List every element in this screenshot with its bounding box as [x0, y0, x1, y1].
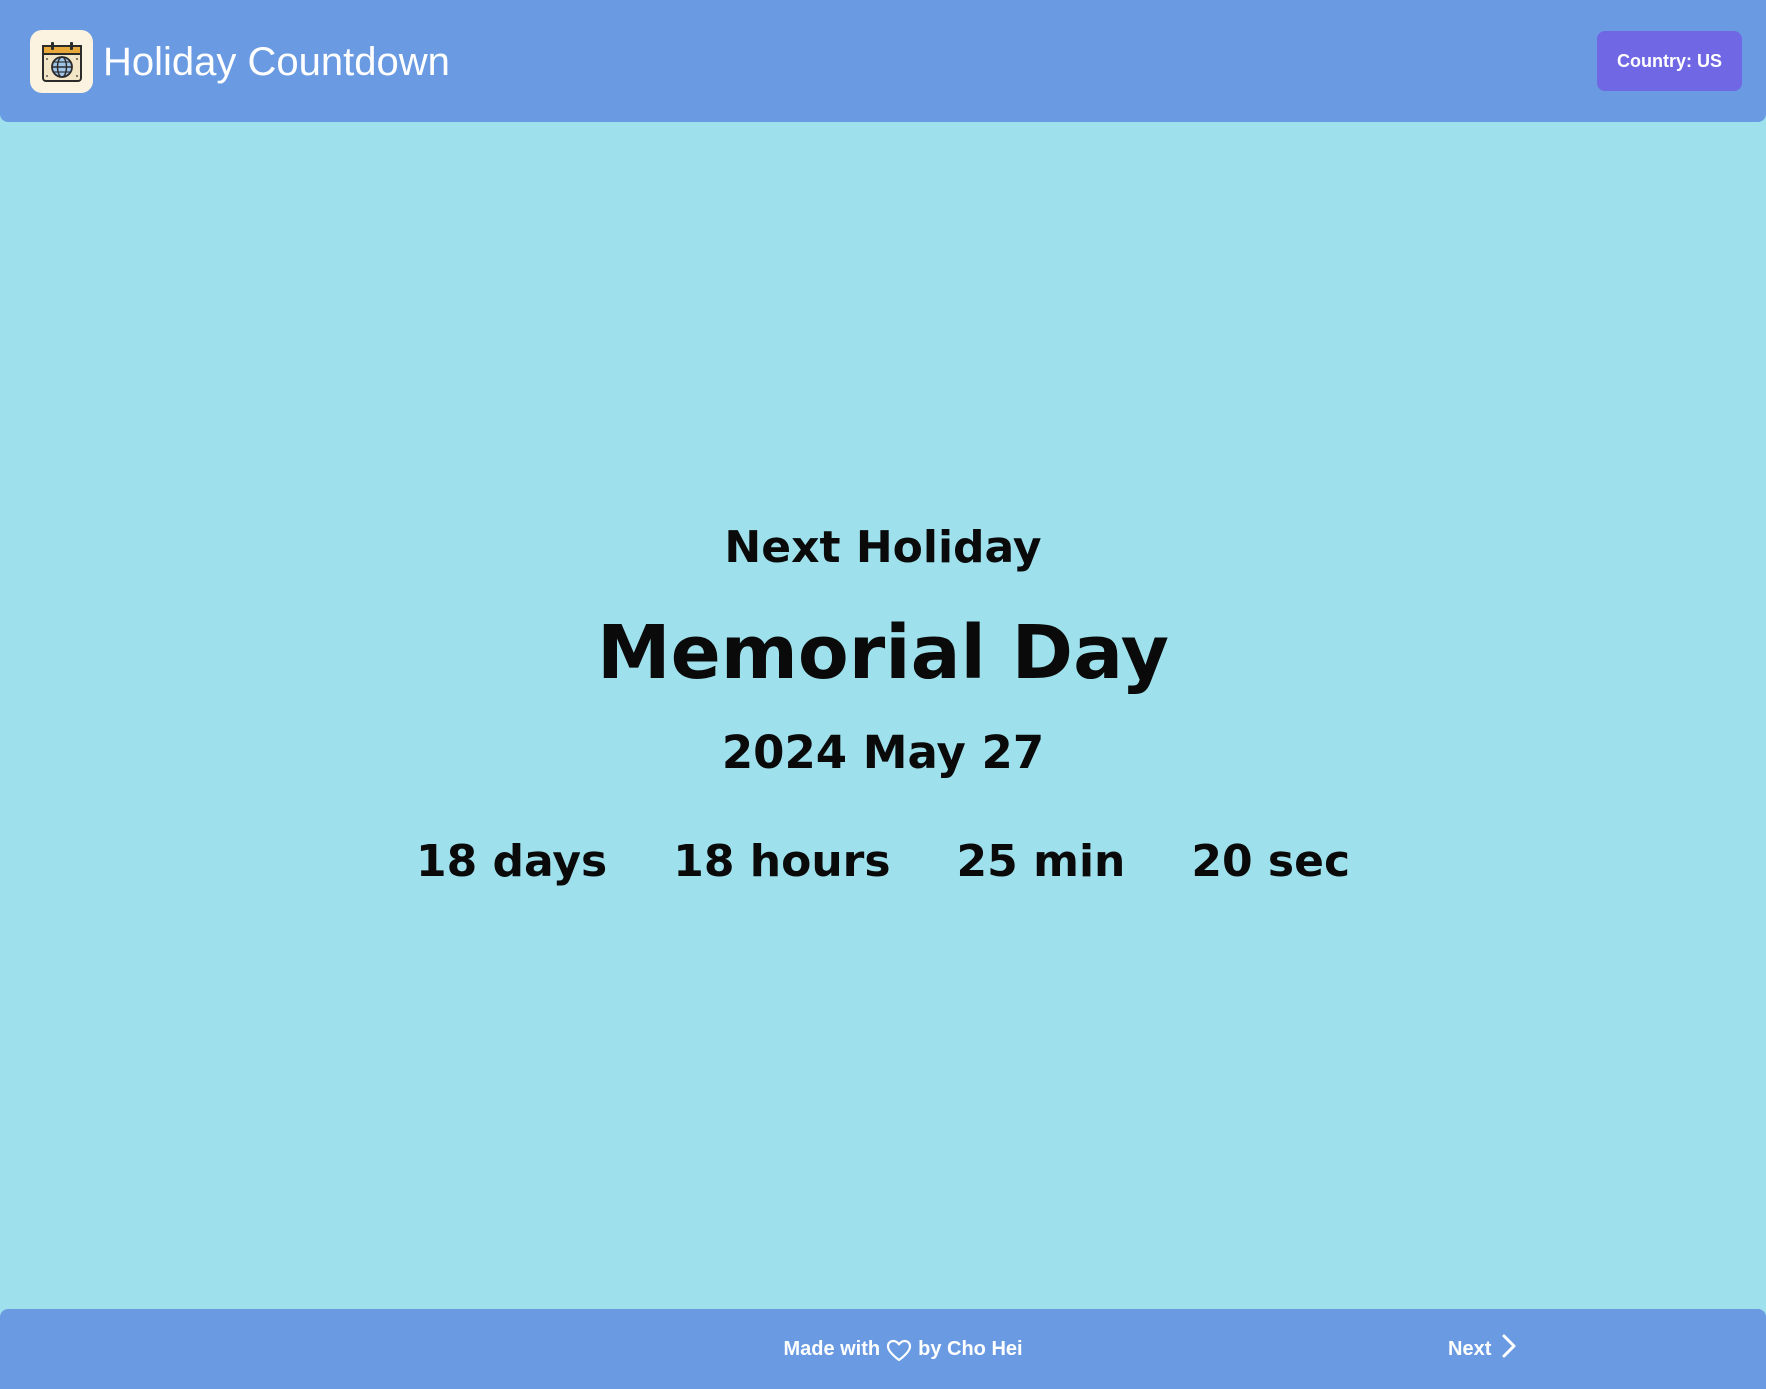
chevron-right-icon — [1501, 1333, 1517, 1365]
next-button-label: Next — [1448, 1337, 1492, 1360]
header-bar: Holiday Countdown Country: US — [0, 0, 1766, 122]
country-select-button[interactable]: Country: US — [1597, 31, 1742, 91]
countdown-days: 18 days — [415, 836, 608, 887]
countdown-seconds: 20 sec — [1191, 836, 1351, 887]
calendar-globe-icon — [30, 30, 93, 93]
credit-suffix: by Cho Hei — [918, 1337, 1023, 1360]
heart-icon — [886, 1339, 912, 1363]
next-button[interactable]: Next — [1440, 1323, 1525, 1375]
next-holiday-label: Next Holiday — [724, 522, 1042, 573]
countdown-hours: 18 hours — [673, 836, 891, 887]
holiday-name: Memorial Day — [596, 610, 1170, 696]
app-title: Holiday Countdown — [103, 40, 450, 84]
footer-bar: Made with by Cho Hei Next — [0, 1309, 1766, 1389]
holiday-date: 2024 May 27 — [721, 726, 1045, 779]
credit-prefix: Made with — [783, 1337, 881, 1360]
countdown-timer: 18 days 18 hours 25 min 20 sec — [0, 834, 1766, 890]
countdown-minutes: 25 min — [956, 836, 1126, 887]
